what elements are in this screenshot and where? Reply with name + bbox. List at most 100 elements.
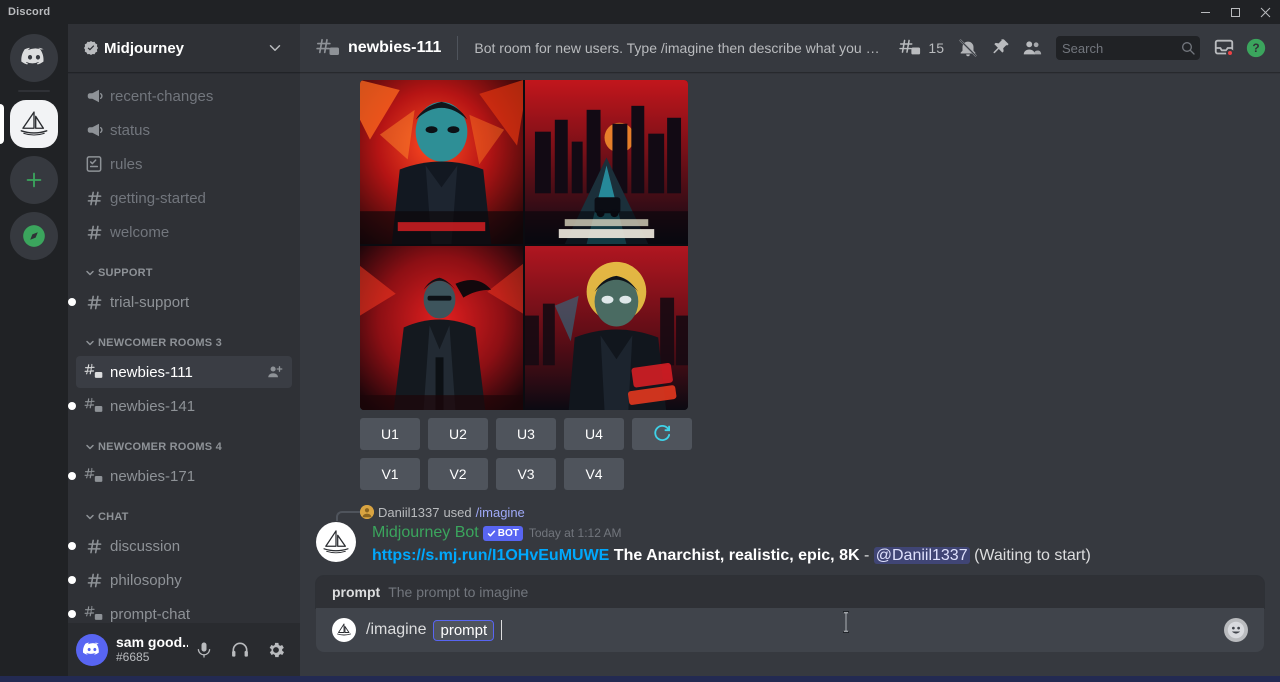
maximize-button[interactable] xyxy=(1220,0,1250,24)
server-rail-item-explore[interactable] xyxy=(0,212,68,260)
members-icon[interactable] xyxy=(1016,32,1048,64)
category-label: CHAT xyxy=(98,511,129,523)
rail-divider xyxy=(18,90,50,92)
sidebar-item-newbies-141[interactable]: newbies-141 xyxy=(76,390,292,422)
tile-u1[interactable] xyxy=(360,80,523,244)
command-option-description: The prompt to imagine xyxy=(388,584,528,600)
message-input-box[interactable]: /imagine prompt xyxy=(316,608,1264,652)
rules-channel-icon xyxy=(84,154,104,174)
command-name[interactable]: /imagine xyxy=(476,505,525,520)
message-author[interactable]: Midjourney Bot xyxy=(372,524,479,542)
upscale-3-button[interactable]: U3 xyxy=(496,418,556,450)
avatar[interactable] xyxy=(76,634,108,666)
upscale-2-button[interactable]: U2 xyxy=(428,418,488,450)
channel-category-newcomer-rooms-4[interactable]: NEWCOMER ROOMS 4 xyxy=(68,434,300,460)
message-attachment[interactable] xyxy=(360,80,1280,410)
mouse-text-cursor xyxy=(841,611,843,631)
message-list[interactable]: U1 U2 U3 U4 xyxy=(300,72,1280,576)
server-header[interactable]: Midjourney xyxy=(68,24,300,72)
gear-icon[interactable] xyxy=(260,634,292,666)
app-name: Discord xyxy=(8,6,50,18)
chevron-down-icon xyxy=(84,337,96,349)
variation-1-button[interactable]: V1 xyxy=(360,458,420,490)
unread-indicator xyxy=(68,298,76,306)
minimize-button[interactable] xyxy=(1190,0,1220,24)
add-member-icon[interactable] xyxy=(266,363,284,381)
channel-category-newcomer-rooms-3[interactable]: NEWCOMER ROOMS 3 xyxy=(68,330,300,356)
inbox-icon[interactable] xyxy=(1208,32,1240,64)
search-box[interactable] xyxy=(1056,36,1200,60)
user-panel: sam good... #6685 xyxy=(68,623,300,676)
tile-u3[interactable] xyxy=(360,246,523,410)
sidebar-item-discussion[interactable]: discussion xyxy=(76,530,292,562)
tile-u4[interactable] xyxy=(525,246,688,410)
command-option-chip[interactable]: prompt xyxy=(434,621,493,640)
server-rail-item-add-server[interactable] xyxy=(0,156,68,204)
sidebar-item-trial-support[interactable]: trial-support xyxy=(76,286,292,318)
sidebar-item-newbies-171[interactable]: newbies-171 xyxy=(76,460,292,492)
sidebar-item-status[interactable]: status xyxy=(76,114,292,146)
sidebar-item-newbies-111[interactable]: newbies-111 xyxy=(76,356,292,388)
reroll-button[interactable] xyxy=(632,418,692,450)
sidebar-item-label: recent-changes xyxy=(110,88,213,105)
server-name: Midjourney xyxy=(104,40,266,57)
sidebar-item-label: newbies-111 xyxy=(110,364,193,381)
command-option-hint: prompt The prompt to imagine xyxy=(316,576,1264,608)
chevron-down-icon xyxy=(84,511,96,523)
sidebar-item-label: newbies-141 xyxy=(110,398,195,415)
message-composer: /imagine prompt xyxy=(300,608,1280,676)
message-mention[interactable]: @Daniil1337 xyxy=(874,547,970,564)
channel-category-chat[interactable]: CHAT xyxy=(68,504,300,530)
message-link[interactable]: https://s.mj.run/I1OHvEuMUWE xyxy=(372,547,609,564)
sidebar-item-recent-changes[interactable]: recent-changes xyxy=(76,80,292,112)
channel-topic[interactable]: Bot room for new users. Type /imagine th… xyxy=(474,40,886,56)
variation-4-button[interactable]: V4 xyxy=(564,458,624,490)
sidebar-item-rules[interactable]: rules xyxy=(76,148,292,180)
midjourney-image-grid[interactable] xyxy=(360,80,688,410)
sidebar-item-philosophy[interactable]: philosophy xyxy=(76,564,292,596)
upscale-4-button[interactable]: U4 xyxy=(564,418,624,450)
tile-u2[interactable] xyxy=(525,80,688,244)
sidebar-item-label: discussion xyxy=(110,538,180,555)
announcement-channel-icon xyxy=(84,120,104,140)
sidebar-item-welcome[interactable]: welcome xyxy=(76,216,292,248)
inbox-badge xyxy=(1226,49,1234,57)
message-status: (Waiting to start) xyxy=(974,547,1091,564)
window-title-bar: Discord xyxy=(0,0,1280,24)
command-invoker-name[interactable]: Daniil1337 xyxy=(378,505,439,520)
sidebar-item-prompt-chat[interactable]: prompt-chat xyxy=(76,598,292,623)
message-separator: - xyxy=(864,547,869,564)
discord-window: Discord xyxy=(0,0,1280,682)
chevron-down-icon xyxy=(84,267,96,279)
search-input[interactable] xyxy=(1062,41,1180,56)
unread-indicator xyxy=(68,472,76,480)
avatar[interactable] xyxy=(316,522,356,562)
bell-muted-icon[interactable] xyxy=(952,32,984,64)
main-content: newbies-111 Bot room for new users. Type… xyxy=(300,24,1280,676)
compass-icon xyxy=(10,212,58,260)
verified-check-icon xyxy=(487,529,496,538)
headphones-icon[interactable] xyxy=(224,634,256,666)
sidebar-item-getting-started[interactable]: getting-started xyxy=(76,182,292,214)
upscale-button-row: U1 U2 U3 U4 xyxy=(360,418,1280,450)
server-rail-item-home[interactable] xyxy=(0,34,68,82)
microphone-icon[interactable] xyxy=(188,634,220,666)
refresh-icon xyxy=(652,424,672,444)
threads-icon[interactable] xyxy=(894,32,926,64)
channel-category-support[interactable]: SUPPORT xyxy=(68,260,300,286)
close-button[interactable] xyxy=(1250,0,1280,24)
forum-channel-icon xyxy=(84,362,104,382)
server-rail-item-midjourney[interactable] xyxy=(0,100,68,148)
pin-icon[interactable] xyxy=(984,32,1016,64)
variation-3-button[interactable]: V3 xyxy=(496,458,556,490)
forum-channel-icon xyxy=(316,36,340,60)
emoji-smiley-icon[interactable] xyxy=(1224,618,1248,642)
midjourney-action-buttons: U1 U2 U3 U4 xyxy=(360,418,1280,490)
upscale-1-button[interactable]: U1 xyxy=(360,418,420,450)
text-channel-icon xyxy=(84,188,104,208)
user-info[interactable]: sam good... #6685 xyxy=(116,635,188,664)
variation-2-button[interactable]: V2 xyxy=(428,458,488,490)
channel-list[interactable]: recent-changes statusrulesgetting-started… xyxy=(68,72,300,623)
help-circle-icon[interactable]: ? xyxy=(1240,32,1272,64)
discord-home-icon xyxy=(10,34,58,82)
